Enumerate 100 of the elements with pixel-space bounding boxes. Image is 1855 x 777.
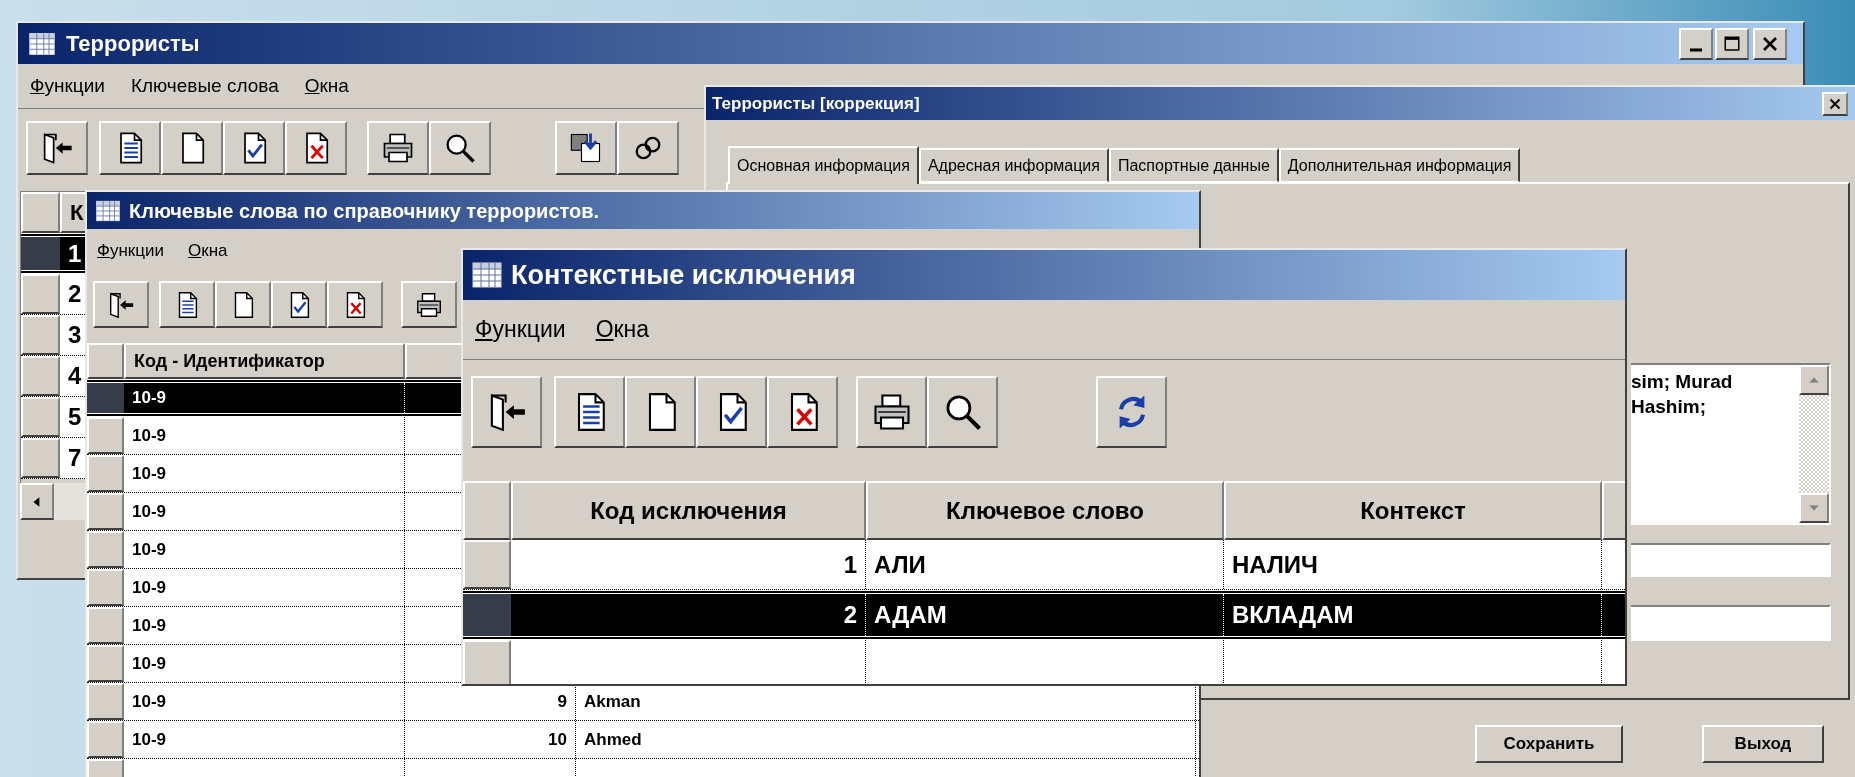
table-row[interactable]: 10-9	[87, 569, 461, 607]
table-row[interactable]: 4	[21, 356, 87, 397]
table-cell: 10-9	[124, 531, 405, 568]
table-cell: 10-9	[124, 455, 405, 492]
menu-item[interactable]: Окна	[304, 71, 349, 101]
table-cell: 10-9	[124, 721, 405, 758]
toolbar-button[interactable]	[927, 376, 998, 448]
table-cell: ВКЛАДАМ	[1224, 594, 1602, 636]
column-header: Контекст	[1224, 481, 1602, 540]
row-header	[21, 237, 60, 270]
scrollbar[interactable]	[20, 483, 87, 520]
column-header: Код исключения	[511, 481, 866, 540]
menu-item[interactable]: Функции	[30, 71, 105, 101]
memo-line: sim; Murad	[1631, 370, 1734, 394]
close-button[interactable]	[1822, 91, 1848, 116]
table-cell: 10-9	[124, 417, 405, 454]
table-row[interactable]: 10-9	[87, 455, 461, 493]
column-header: Код - Идентификатор	[124, 343, 405, 379]
table-row[interactable]: 10-9	[87, 417, 461, 455]
tab[interactable]: Основная информация	[728, 146, 919, 184]
input-field[interactable]	[1631, 605, 1831, 641]
close-button[interactable]	[1753, 27, 1787, 60]
menu-item[interactable]: Окна	[188, 238, 228, 264]
table-cell: НАЛИЧ	[1224, 540, 1602, 589]
window-title: Террористы	[66, 30, 200, 58]
table-cell: 10-9	[124, 569, 405, 606]
toolbar-button[interactable]	[617, 121, 679, 175]
toolbar-button[interactable]	[327, 281, 383, 328]
menu-item[interactable]: Окна	[595, 312, 650, 347]
toolbar-button[interactable]	[555, 121, 617, 175]
toolbar-button[interactable]	[367, 121, 429, 175]
row-header	[463, 594, 511, 636]
menu-item[interactable]: Функции	[97, 238, 164, 264]
table-icon	[469, 259, 505, 291]
table-cell: 10-9	[124, 645, 405, 682]
toolbar-button[interactable]	[161, 121, 223, 175]
scroll-down-button[interactable]	[1799, 493, 1829, 523]
table-row[interactable]: 10-9 10 Ahmed	[87, 721, 1199, 759]
minimize-button[interactable]	[1679, 27, 1713, 60]
toolbar-button[interactable]	[696, 376, 767, 448]
tab[interactable]: Паспортные данные	[1108, 148, 1279, 182]
row-header	[87, 383, 124, 413]
toolbar-button[interactable]	[401, 281, 457, 328]
toolbar-button[interactable]	[856, 376, 927, 448]
table-cell: 10-9	[124, 383, 405, 413]
menu-item[interactable]: Функции	[475, 312, 566, 347]
menu-item[interactable]: Ключевые слова	[130, 71, 279, 101]
toolbar-button[interactable]	[429, 121, 491, 175]
table-cell: АДАМ	[866, 594, 1224, 636]
toolbar-button[interactable]	[625, 376, 696, 448]
dialog-button[interactable]: Выход	[1702, 725, 1824, 763]
table-cell: АЛИ	[866, 540, 1224, 589]
table-cell: 2	[511, 594, 866, 636]
window-title: Контекстные исключения	[511, 258, 856, 292]
window-title: Ключевые слова по справочнику террористов.	[129, 198, 600, 224]
tab[interactable]: Адресная информация	[918, 148, 1109, 182]
toolbar-button[interactable]	[215, 281, 271, 328]
maximize-button[interactable]	[1715, 27, 1749, 60]
table-row[interactable]: 5	[21, 397, 87, 438]
toolbar-button[interactable]	[471, 376, 542, 448]
table-cell: Ahmed	[576, 721, 1196, 758]
input-field[interactable]	[1631, 543, 1831, 577]
tab[interactable]: Дополнительная информация	[1278, 148, 1521, 182]
table-row[interactable]: 3	[21, 315, 87, 356]
window-title: Террористы [коррекция]	[712, 92, 920, 115]
text-area[interactable]: sim; Murad Hashim;	[1631, 363, 1831, 525]
table-row[interactable]: 10-9	[87, 379, 461, 417]
toolbar-button[interactable]	[285, 121, 347, 175]
dialog-button[interactable]: Сохранить	[1475, 725, 1623, 763]
minimize-icon	[1689, 47, 1703, 52]
table-row[interactable]: 10-9	[87, 645, 461, 683]
table-row[interactable]: 2	[21, 274, 87, 315]
table-cell: 10-9	[124, 607, 405, 644]
column-header: К	[60, 192, 87, 233]
table-row[interactable]: 10-9 9 Akman	[87, 683, 1199, 721]
toolbar-button[interactable]	[1096, 376, 1167, 448]
memo-line: Hashim;	[1631, 395, 1707, 419]
toolbar-button[interactable]	[99, 121, 161, 175]
table-cell: 10-9	[124, 493, 405, 530]
toolbar-button[interactable]	[554, 376, 625, 448]
table-row[interactable]: 10-9	[87, 493, 461, 531]
toolbar-button[interactable]	[159, 281, 215, 328]
table-row[interactable]: 1 АЛИ НАЛИЧ	[463, 540, 1625, 590]
scroll-up-button[interactable]	[1799, 365, 1829, 395]
table-row[interactable]: 10-9	[87, 607, 461, 645]
table-cell: 1	[511, 540, 866, 589]
toolbar-button[interactable]	[223, 121, 285, 175]
table-row[interactable]: 7	[21, 438, 87, 479]
column-header: Ключевое слово	[866, 481, 1224, 540]
table-cell: 10	[405, 721, 576, 758]
toolbar-button[interactable]	[271, 281, 327, 328]
toolbar-button[interactable]	[93, 281, 149, 328]
scrollbar[interactable]	[1799, 365, 1829, 523]
table-row[interactable]: 1	[21, 233, 87, 274]
table-cell: 10-9	[124, 683, 405, 720]
toolbar-button[interactable]	[26, 121, 88, 175]
table-row[interactable]: 10-9	[87, 531, 461, 569]
toolbar-button[interactable]	[767, 376, 838, 448]
scroll-left-button[interactable]	[20, 483, 54, 520]
table-row[interactable]: 2 АДАМ ВКЛАДАМ	[463, 590, 1625, 640]
